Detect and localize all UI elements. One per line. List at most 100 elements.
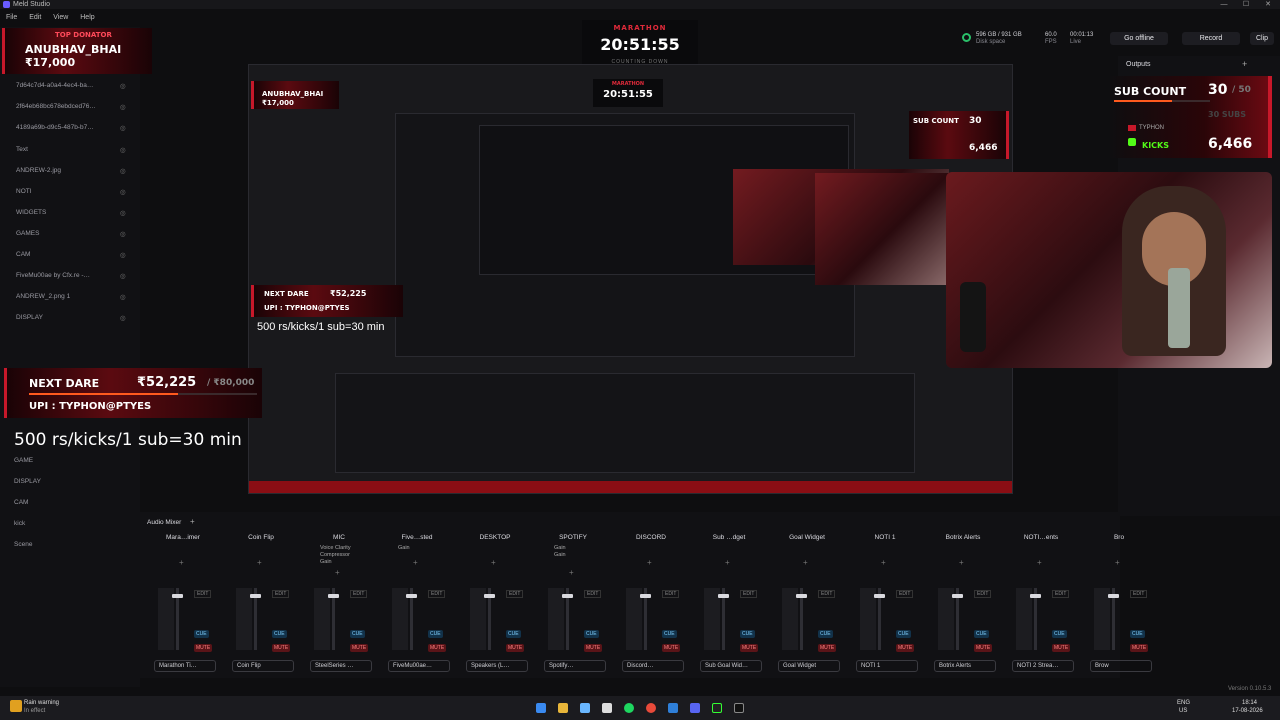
fader-knob[interactable] — [250, 594, 261, 598]
channel-filter[interactable]: Gain — [554, 552, 566, 558]
cue-button[interactable]: CUE — [272, 630, 287, 638]
mixer-channel[interactable]: Coin Flip + EDIT CUE MUTE Coin Flip — [228, 532, 294, 678]
audio-source-select[interactable]: NOTI 1 — [856, 660, 918, 672]
mixer-channel[interactable]: Five…sted Gain + EDIT CUE MUTE FiveMu00ae… — [384, 532, 450, 678]
audio-mixer-add-button[interactable]: + — [190, 517, 195, 526]
meld-icon[interactable] — [668, 703, 678, 713]
weather-icon[interactable] — [10, 700, 22, 712]
edit-button[interactable]: EDIT — [974, 590, 992, 598]
cue-button[interactable]: CUE — [1130, 630, 1145, 638]
spotify-icon[interactable] — [624, 703, 634, 713]
cue-button[interactable]: CUE — [740, 630, 755, 638]
mute-button[interactable]: MUTE — [506, 644, 525, 652]
chrome-icon[interactable] — [646, 703, 656, 713]
visibility-icon[interactable]: ◎ — [120, 167, 126, 175]
fader-knob[interactable] — [328, 594, 339, 598]
visibility-icon[interactable]: ◎ — [120, 272, 126, 280]
menu-view[interactable]: View — [53, 14, 68, 21]
channel-filter[interactable]: Voice Clarity — [320, 545, 351, 551]
fader-knob[interactable] — [640, 594, 651, 598]
add-filter-button[interactable]: + — [725, 558, 730, 567]
cue-button[interactable]: CUE — [1052, 630, 1067, 638]
add-filter-button[interactable]: + — [257, 558, 262, 567]
mixer-channel[interactable]: DESKTOP + EDIT CUE MUTE Speakers (L… — [462, 532, 528, 678]
edit-button[interactable]: EDIT — [1130, 590, 1148, 598]
fader-knob[interactable] — [1108, 594, 1119, 598]
channel-filter[interactable]: Gain — [554, 545, 566, 551]
fader-knob[interactable] — [484, 594, 495, 598]
mute-button[interactable]: MUTE — [428, 644, 447, 652]
audio-source-select[interactable]: Spotify… — [544, 660, 606, 672]
mixer-channel[interactable]: DISCORD + EDIT CUE MUTE Discord… — [618, 532, 684, 678]
weather-title[interactable]: Rain warning — [24, 700, 59, 706]
mixer-channel[interactable]: NOTI 1 + EDIT CUE MUTE NOTI 1 — [852, 532, 918, 678]
edit-button[interactable]: EDIT — [818, 590, 836, 598]
visibility-icon[interactable]: ◎ — [120, 188, 126, 196]
audio-source-select[interactable]: NOTI 2 Strea… — [1012, 660, 1074, 672]
edit-button[interactable]: EDIT — [506, 590, 524, 598]
edit-button[interactable]: EDIT — [740, 590, 758, 598]
layer-item[interactable]: FiveMu00ae by Cfx.re -… ◎ — [8, 272, 126, 280]
mute-button[interactable]: MUTE — [350, 644, 369, 652]
fader-knob[interactable] — [1030, 594, 1041, 598]
menu-file[interactable]: File — [6, 14, 17, 21]
clock-time[interactable]: 18:14 — [1242, 700, 1257, 706]
fader-knob[interactable] — [796, 594, 807, 598]
mixer-channel[interactable]: Sub …dget + EDIT CUE MUTE Sub Goal Wid… — [696, 532, 762, 678]
fader-knob[interactable] — [718, 594, 729, 598]
mixer-channel[interactable]: Bro + EDIT CUE MUTE Brow — [1086, 532, 1152, 678]
menu-help[interactable]: Help — [80, 14, 94, 21]
add-filter-button[interactable]: + — [959, 558, 964, 567]
mute-button[interactable]: MUTE — [662, 644, 681, 652]
mute-button[interactable]: MUTE — [1052, 644, 1071, 652]
language-label[interactable]: ENG — [1177, 700, 1190, 706]
layer-item[interactable]: ANDREW-2.jpg ◎ — [8, 167, 126, 175]
audio-source-select[interactable]: Marathon Ti… — [154, 660, 216, 672]
edit-button[interactable]: EDIT — [896, 590, 914, 598]
mixer-channel[interactable]: SPOTIFY Gain Gain + EDIT CUE MUTE Spotify… — [540, 532, 606, 678]
edit-button[interactable]: EDIT — [1052, 590, 1070, 598]
mute-button[interactable]: MUTE — [974, 644, 993, 652]
obs-icon[interactable] — [602, 703, 612, 713]
menu-edit[interactable]: Edit — [29, 14, 41, 21]
cue-button[interactable]: CUE — [818, 630, 833, 638]
start-icon[interactable] — [536, 703, 546, 713]
scene-item[interactable]: DISPLAY — [14, 478, 41, 485]
audio-source-select[interactable]: Coin Flip — [232, 660, 294, 672]
layer-item[interactable]: ANDREW_2.png 1 ◎ — [8, 293, 126, 301]
scene-item[interactable]: kick — [14, 520, 25, 527]
visibility-icon[interactable]: ◎ — [120, 146, 126, 154]
edit-button[interactable]: EDIT — [584, 590, 602, 598]
layer-item[interactable]: 2f64eb68bc678ebdced76… ◎ — [8, 103, 126, 111]
cue-button[interactable]: CUE — [350, 630, 365, 638]
add-filter-button[interactable]: + — [569, 568, 574, 577]
mixer-channel[interactable]: Goal Widget + EDIT CUE MUTE Goal Widget — [774, 532, 840, 678]
audio-source-select[interactable]: Discord… — [622, 660, 684, 672]
scene-item[interactable]: Scene — [14, 541, 32, 548]
clip-button[interactable]: Clip — [1250, 32, 1274, 45]
layer-item[interactable]: GAMES ◎ — [8, 230, 126, 238]
visibility-icon[interactable]: ◎ — [120, 230, 126, 238]
region-label[interactable]: US — [1179, 708, 1187, 714]
scene-item[interactable]: GAME — [14, 457, 33, 464]
audio-source-select[interactable]: SteelSeries … — [310, 660, 372, 672]
visibility-icon[interactable]: ◎ — [120, 124, 126, 132]
mute-button[interactable]: MUTE — [272, 644, 291, 652]
stream-preview[interactable]: ANUBHAV_BHAI ₹17,000 MARATHON 20:51:55 N… — [248, 64, 1013, 494]
fader-knob[interactable] — [952, 594, 963, 598]
telegram-icon[interactable] — [580, 703, 590, 713]
add-filter-button[interactable]: + — [1115, 558, 1120, 567]
add-filter-button[interactable]: + — [1037, 558, 1042, 567]
cue-button[interactable]: CUE — [584, 630, 599, 638]
go-offline-button[interactable]: Go offline — [1110, 32, 1168, 45]
add-filter-button[interactable]: + — [803, 558, 808, 567]
scene-item[interactable]: CAM — [14, 499, 28, 506]
visibility-icon[interactable]: ◎ — [120, 314, 126, 322]
maximize-button[interactable]: ☐ — [1236, 0, 1256, 9]
cue-button[interactable]: CUE — [896, 630, 911, 638]
fader-knob[interactable] — [874, 594, 885, 598]
channel-filter[interactable]: Gain — [320, 559, 332, 565]
layer-item[interactable]: WIDGETS ◎ — [8, 209, 126, 217]
audio-source-select[interactable]: Sub Goal Wid… — [700, 660, 762, 672]
add-filter-button[interactable]: + — [491, 558, 496, 567]
